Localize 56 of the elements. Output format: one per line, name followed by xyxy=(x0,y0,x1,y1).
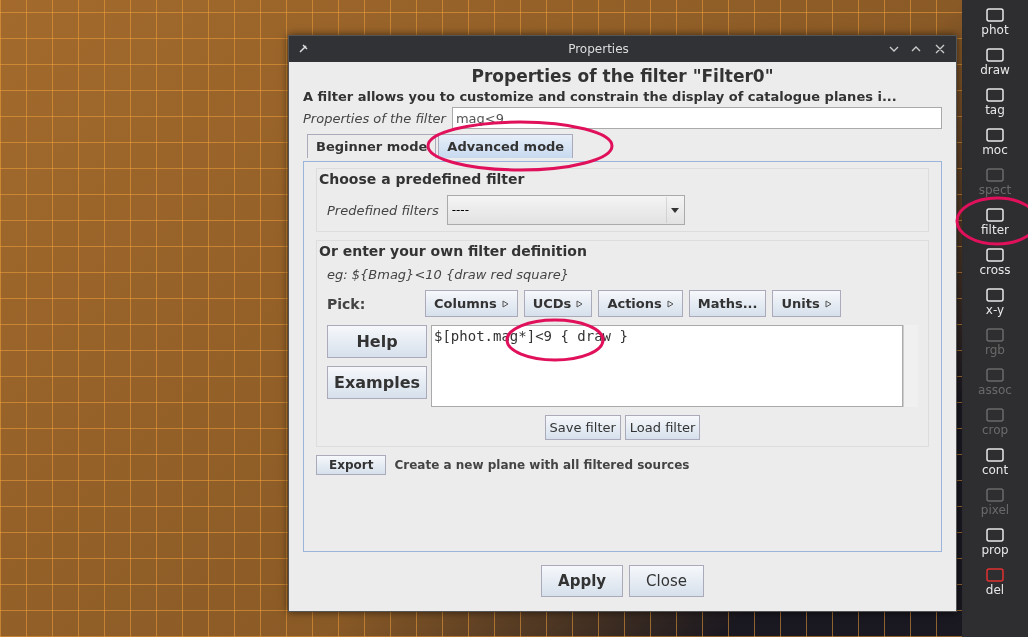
tool-icon xyxy=(984,46,1006,64)
export-button[interactable]: Export xyxy=(316,455,387,475)
description-text: A filter allows you to customize and constrain the display of catalogue planes i... xyxy=(303,89,898,104)
toolbar-tool[interactable]: moc xyxy=(982,126,1008,162)
toolbar-tool[interactable]: tag xyxy=(984,86,1006,122)
tool-icon xyxy=(984,566,1006,584)
toolbar-tool[interactable]: x-y xyxy=(984,286,1006,322)
mode-tab[interactable]: Beginner mode xyxy=(307,134,437,158)
tool-icon xyxy=(984,206,1006,224)
tool-icon xyxy=(984,446,1006,464)
field-label: Predefined filters xyxy=(327,202,439,218)
side-button[interactable]: Examples xyxy=(327,366,427,399)
file-button[interactable]: Load filter xyxy=(624,415,701,440)
tool-icon xyxy=(984,126,1006,144)
group-title: Choose a predefined filter xyxy=(319,171,526,187)
tool-icon xyxy=(984,366,1006,384)
toolbar-tool[interactable]: cross xyxy=(979,246,1011,282)
dialog-heading: Properties of the filter "Filter0" xyxy=(470,66,775,86)
caret-icon xyxy=(666,299,674,308)
pick-button[interactable]: Maths... xyxy=(688,290,767,317)
toolbar-tool[interactable]: filter xyxy=(981,206,1009,242)
example-text: eg: ${Bmag}<10 {draw red square} xyxy=(327,267,571,282)
caret-icon xyxy=(824,299,832,308)
dialog-button[interactable]: Close xyxy=(629,565,704,597)
predefined-dropdown[interactable]: ---- xyxy=(446,195,685,225)
pick-button[interactable]: Columns xyxy=(425,290,518,317)
export-text: Create a new plane with all filtered sources xyxy=(394,458,690,472)
tool-icon xyxy=(984,166,1006,184)
side-button[interactable]: Help xyxy=(327,325,427,358)
tool-icon xyxy=(984,486,1006,504)
tool-icon xyxy=(984,406,1006,424)
tool-icon xyxy=(984,526,1006,544)
pick-button[interactable]: UCDs xyxy=(523,290,593,317)
pick-button[interactable]: Actions xyxy=(598,290,683,317)
pick-button[interactable]: Units xyxy=(772,290,841,317)
scrollbar[interactable] xyxy=(903,325,918,407)
tool-icon xyxy=(984,246,1006,264)
toolbar-tool[interactable]: prop xyxy=(981,526,1009,562)
mode-tab[interactable]: Advanced mode xyxy=(438,134,574,158)
caret-icon xyxy=(576,299,584,308)
toolbar-tool[interactable]: del xyxy=(984,566,1006,602)
group-title: Or enter your own filter definition xyxy=(319,243,588,259)
tool-icon xyxy=(984,326,1006,344)
window-title: Properties xyxy=(567,42,630,56)
caret-icon xyxy=(501,299,509,308)
toolbar-tool[interactable]: cont xyxy=(981,446,1009,482)
tool-icon xyxy=(984,6,1006,24)
toolbar-tool[interactable]: phot xyxy=(981,6,1009,42)
file-button[interactable]: Save filter xyxy=(544,415,621,440)
pin-icon[interactable] xyxy=(297,43,309,55)
field-label: Properties of the filter xyxy=(303,110,446,126)
dialog-button[interactable]: Apply xyxy=(541,565,624,597)
tool-icon xyxy=(984,286,1006,304)
tool-icon xyxy=(984,86,1006,104)
pick-label: Pick: xyxy=(327,295,367,312)
toolbar-tool[interactable]: draw xyxy=(980,46,1010,82)
